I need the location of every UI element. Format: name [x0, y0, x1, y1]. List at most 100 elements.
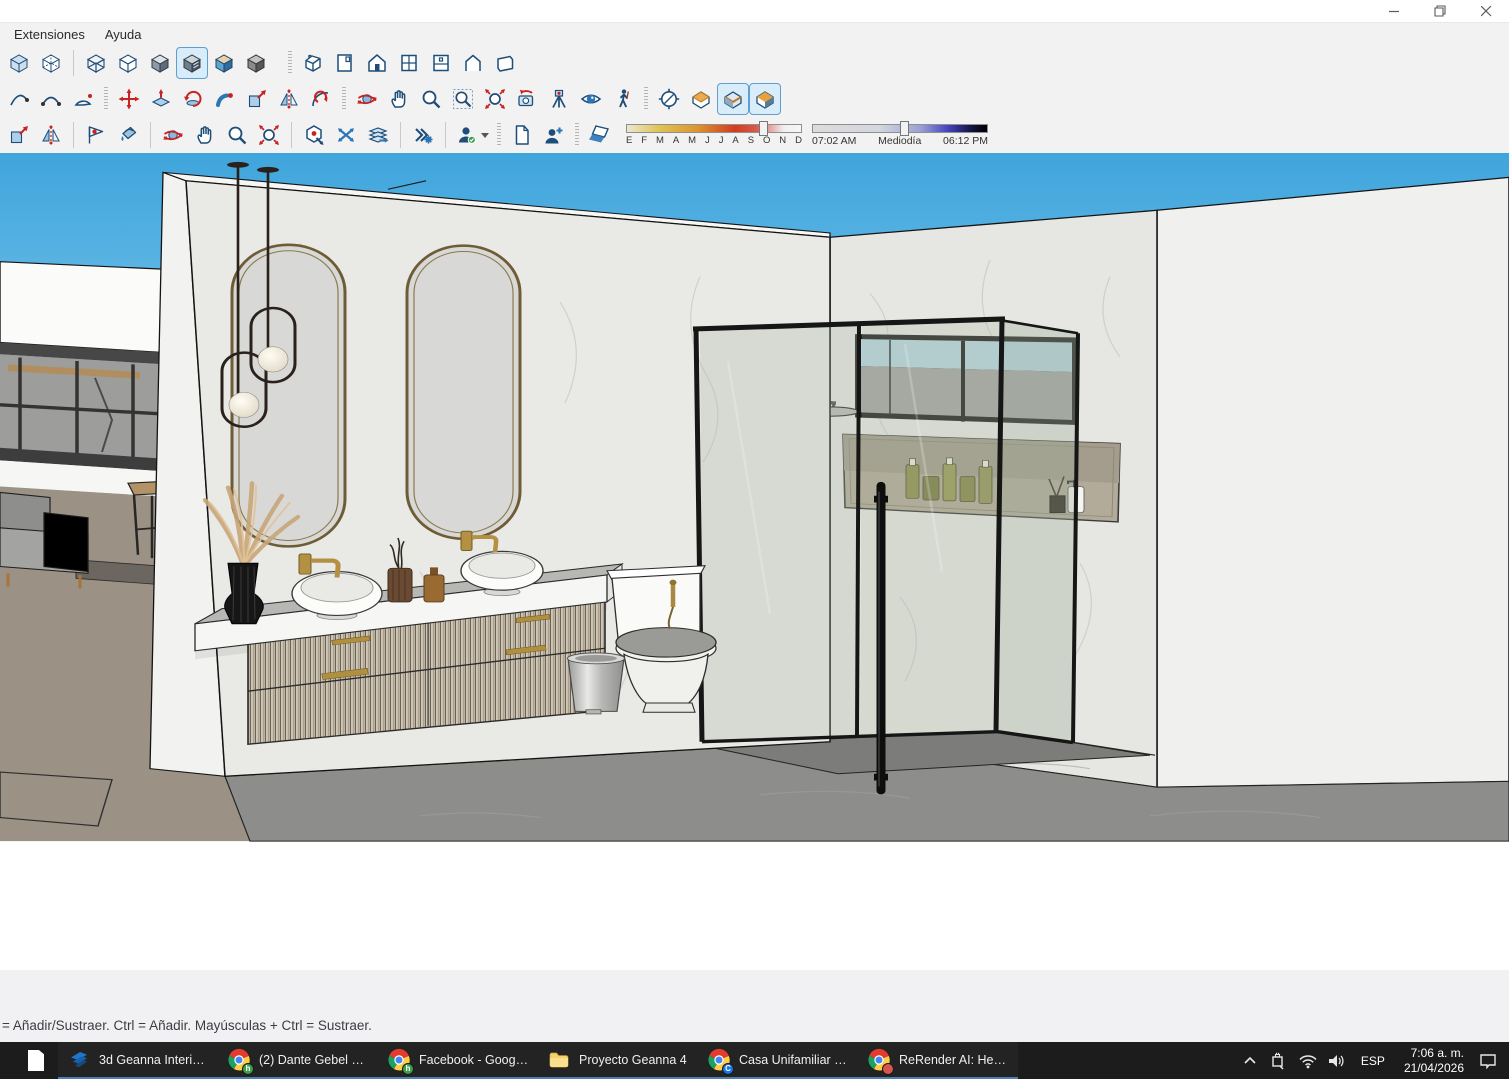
menu-extensiones[interactable]: Extensiones: [4, 27, 95, 42]
cross-arrows-button[interactable]: [330, 119, 362, 151]
flip-tool-button[interactable]: [273, 83, 305, 115]
scale-icon: [245, 87, 269, 111]
paint-bucket-button[interactable]: [112, 119, 144, 151]
section-plane-button[interactable]: [653, 83, 685, 115]
toolbar-grip[interactable]: [497, 123, 501, 147]
date-slider-track[interactable]: [626, 124, 802, 133]
move-tool-button[interactable]: [113, 83, 145, 115]
pan-tool-button[interactable]: [383, 83, 415, 115]
toolbar-grip[interactable]: [644, 87, 648, 111]
action-center-icon[interactable]: [1477, 1049, 1499, 1073]
component-wall-button[interactable]: [489, 47, 521, 79]
rotate-tool-button[interactable]: [177, 83, 209, 115]
orbit-icon: [161, 123, 185, 147]
walk-in-shower: [693, 319, 1078, 791]
status-bar: = Añadir/Sustraer. Ctrl = Añadir. Mayúsc…: [0, 970, 1509, 1042]
shadows-toggle-button[interactable]: [584, 119, 616, 151]
toolbar-separator: [291, 122, 292, 148]
push-pull-tool-button[interactable]: [145, 83, 177, 115]
clock[interactable]: 7:06 a. m. 21/04/2026: [1398, 1046, 1470, 1076]
taskbar-item-chrome-casa[interactable]: C Casa Unifamiliar en...: [698, 1042, 858, 1079]
toolbar-grip[interactable]: [575, 123, 579, 147]
pie-button[interactable]: [67, 83, 99, 115]
style-monochrome-button[interactable]: [240, 47, 272, 79]
component-house-outline-button[interactable]: [457, 47, 489, 79]
paint-bucket-icon: [116, 123, 140, 147]
usb-icon[interactable]: [1268, 1049, 1290, 1073]
style-shaded-colors-button[interactable]: [208, 47, 240, 79]
zoom-extents-tool-button[interactable]: [479, 83, 511, 115]
style-back-edges-button[interactable]: [35, 47, 67, 79]
display-section-cuts-button[interactable]: [717, 83, 749, 115]
scale-tool-button-2[interactable]: [3, 119, 35, 151]
zoom-tool-button[interactable]: [415, 83, 447, 115]
taskbar-item-chrome-facebook[interactable]: h Facebook - Google ...: [378, 1042, 538, 1079]
flag-tool-button[interactable]: [80, 119, 112, 151]
toolbar-grip[interactable]: [288, 51, 292, 75]
add-person-button[interactable]: [538, 119, 570, 151]
zoom-extents-tool-button-2[interactable]: [253, 119, 285, 151]
zoom-tool-button-2[interactable]: [221, 119, 253, 151]
follow-me-tool-button[interactable]: [209, 83, 241, 115]
display-section-planes-button[interactable]: [685, 83, 717, 115]
new-document-button[interactable]: [506, 119, 538, 151]
two-point-arc-button[interactable]: [3, 83, 35, 115]
walk-tool-button[interactable]: [607, 83, 639, 115]
menu-ayuda[interactable]: Ayuda: [95, 27, 152, 42]
taskbar-item-sketchup[interactable]: 3d Geanna Interior ...: [58, 1042, 218, 1079]
look-around-button[interactable]: [575, 83, 607, 115]
component-window-button[interactable]: [393, 47, 425, 79]
previous-view-button[interactable]: [511, 83, 543, 115]
flip-tool-button-2[interactable]: [35, 119, 67, 151]
toolbar-grip[interactable]: [104, 87, 108, 111]
orbit-tool-button-2[interactable]: [157, 119, 189, 151]
scale-tool-button[interactable]: [241, 83, 273, 115]
component-house-3d-button[interactable]: [297, 47, 329, 79]
taskbar-label: Casa Unifamiliar en...: [739, 1053, 849, 1067]
time-labels: 07:02 AM Mediodía 06:12 PM: [812, 135, 988, 147]
offset-tool-button[interactable]: [305, 83, 337, 115]
zoom-icon: [225, 123, 249, 147]
minimize-button[interactable]: [1371, 0, 1417, 22]
toolbar-separator: [445, 122, 446, 148]
time-slider-thumb[interactable]: [900, 121, 909, 136]
taskbar-item-chrome-dante[interactable]: h (2) Dante Gebel #94...: [218, 1042, 378, 1079]
restore-button[interactable]: [1417, 0, 1463, 22]
style-shaded-textures-button[interactable]: [176, 47, 208, 79]
taskbar-item-folder[interactable]: Proyecto Geanna 4: [538, 1042, 698, 1079]
component-door-button[interactable]: [329, 47, 361, 79]
style-xray-button[interactable]: [3, 47, 35, 79]
volume-icon[interactable]: [1326, 1049, 1348, 1073]
zoom-window-tool-button[interactable]: [447, 83, 479, 115]
component-cabinet-button[interactable]: [425, 47, 457, 79]
3d-viewport[interactable]: [0, 153, 1509, 970]
offset-icon: [309, 87, 333, 111]
wifi-icon[interactable]: [1297, 1049, 1319, 1073]
position-camera-button[interactable]: [543, 83, 575, 115]
shadow-time-slider: 07:02 AM Mediodía 06:12 PM: [812, 124, 988, 147]
window-frame-icon: [397, 51, 421, 75]
date-slider-thumb[interactable]: [759, 121, 768, 136]
gear-chevrons-button[interactable]: [407, 119, 439, 151]
orbit-tool-button[interactable]: [351, 83, 383, 115]
style-wireframe-button[interactable]: [80, 47, 112, 79]
close-icon: [1481, 6, 1492, 17]
layers-export-button[interactable]: [362, 119, 394, 151]
component-facade-button[interactable]: [361, 47, 393, 79]
taskbar-item-notepad[interactable]: [14, 1042, 58, 1079]
time-slider-track[interactable]: [812, 124, 988, 133]
language-indicator[interactable]: ESP: [1355, 1054, 1391, 1068]
hidden-icons-chevron[interactable]: [1239, 1049, 1261, 1073]
component-download-button[interactable]: [298, 119, 330, 151]
account-button[interactable]: [452, 119, 492, 151]
toolbar-grip[interactable]: [342, 87, 346, 111]
taskbar-label: ReRender AI: Herra...: [899, 1053, 1009, 1067]
style-shaded-button[interactable]: [144, 47, 176, 79]
display-section-fill-button[interactable]: [749, 83, 781, 115]
pan-tool-button-2[interactable]: [189, 119, 221, 151]
close-button[interactable]: [1463, 0, 1509, 22]
style-hidden-line-button[interactable]: [112, 47, 144, 79]
taskbar-label: Facebook - Google ...: [419, 1053, 529, 1067]
arc-button[interactable]: [35, 83, 67, 115]
taskbar-item-chrome-rerender[interactable]: ReRender AI: Herra...: [858, 1042, 1018, 1079]
